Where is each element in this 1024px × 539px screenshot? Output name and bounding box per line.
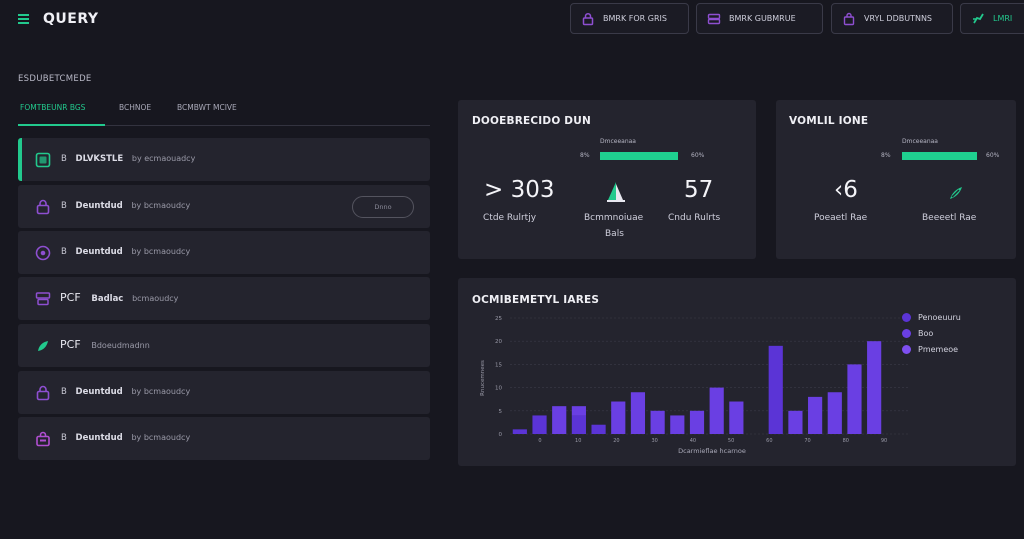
legend-label: Pmemeoe <box>918 344 959 354</box>
chart-bar <box>591 424 606 434</box>
legend-swatch <box>902 344 911 354</box>
legend-item: Pmemeoe <box>902 341 961 357</box>
chart-bar <box>867 341 882 434</box>
y-tick-label: 25 <box>495 316 502 322</box>
chart-bar <box>808 396 823 434</box>
chart-legend: Penoeuuru Boo Pmemeoe <box>902 309 961 357</box>
legend-label: Penoeuuru <box>918 312 961 322</box>
x-tick-label: 80 <box>843 438 849 444</box>
chart-bar <box>827 392 842 434</box>
chart-bar <box>650 410 665 434</box>
legend-swatch <box>902 312 911 322</box>
x-axis-label: Dcarmieflae hcarnoe <box>678 447 746 455</box>
chart-bar <box>729 401 744 434</box>
bar-chart: 0 5 10 15 20 25 Rnucemnees 0 10 20 30 40 50 60 70 80 90 D… <box>480 316 910 455</box>
y-tick-label: 5 <box>499 409 503 415</box>
chart-bar <box>532 415 547 434</box>
chart-bar <box>670 415 685 434</box>
y-axis-label: Rnucemnees <box>480 360 486 396</box>
chart-bar <box>788 410 803 434</box>
x-tick-label: 10 <box>575 438 581 444</box>
chart-bar <box>689 410 705 434</box>
x-tick-label: 20 <box>613 438 619 444</box>
chart-bar <box>552 406 567 434</box>
y-tick-label: 0 <box>499 432 503 438</box>
chart-bar <box>847 364 862 434</box>
legend-item: Boo <box>902 325 961 341</box>
chart-bar <box>571 406 586 416</box>
legend-item: Penoeuuru <box>902 309 961 325</box>
x-tick-label: 0 <box>538 438 541 444</box>
x-tick-label: 70 <box>804 438 810 444</box>
y-tick-label: 20 <box>495 339 502 345</box>
y-tick-label: 10 <box>495 386 502 392</box>
x-tick-label: 50 <box>728 438 734 444</box>
legend-label: Boo <box>918 328 934 338</box>
chart-bar <box>768 345 783 434</box>
legend-swatch <box>902 328 911 338</box>
x-tick-label: 40 <box>690 438 696 444</box>
chart-bar <box>630 392 646 434</box>
x-tick-label: 60 <box>766 438 772 444</box>
y-tick-label: 15 <box>495 362 502 368</box>
chart-bar <box>611 401 626 434</box>
x-tick-label: 90 <box>881 438 887 444</box>
chart-bar <box>709 387 724 434</box>
chart-bar <box>571 415 586 434</box>
x-tick-label: 30 <box>651 438 657 444</box>
chart-bar <box>512 429 527 434</box>
